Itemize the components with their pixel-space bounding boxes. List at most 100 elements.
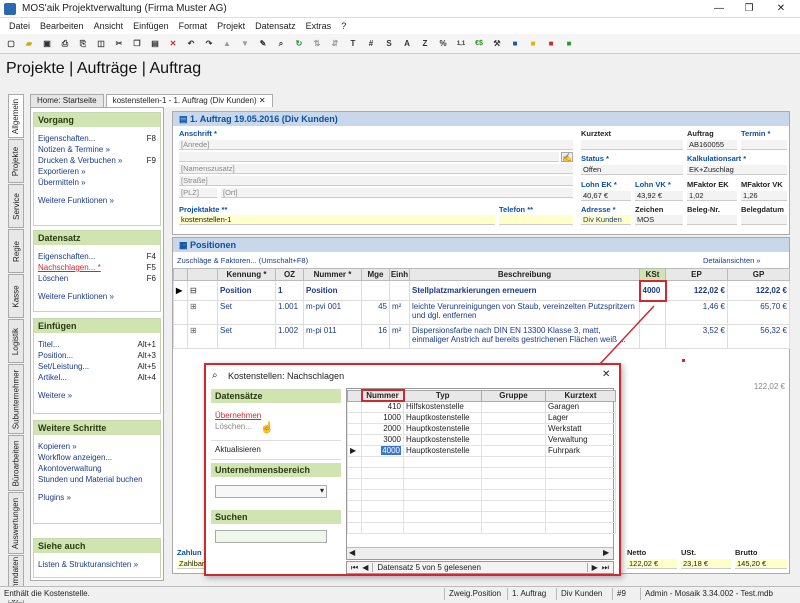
expand-icon[interactable]: ⊞ xyxy=(187,324,218,349)
scroll-left-icon[interactable]: ◀ xyxy=(349,548,355,557)
grid-row[interactable]: 410 Hilfskostenstelle Garagen xyxy=(347,400,616,413)
side-tab-bueroarbeiten[interactable]: Büroarbeiten xyxy=(8,435,24,491)
col-gruppe[interactable]: Gruppe xyxy=(481,389,546,402)
field-zeichen[interactable]: MOS xyxy=(635,215,683,225)
close-tab-icon[interactable]: ✕ xyxy=(259,96,266,105)
field-zahlung[interactable]: Zahlbar xyxy=(177,559,207,569)
side-tab-regie[interactable]: Regie xyxy=(8,229,24,273)
col-beschreibung[interactable]: Beschreibung xyxy=(409,268,640,281)
open-icon[interactable]: ▰ xyxy=(22,37,36,51)
col-gp[interactable]: GP xyxy=(727,268,790,281)
col-nummer[interactable]: Nummer xyxy=(360,389,405,402)
prev-record-icon[interactable]: ◀ xyxy=(362,563,368,572)
col-oz[interactable]: OZ xyxy=(275,268,304,281)
row-selector-icon[interactable]: ▶ xyxy=(347,444,362,457)
edit-icon[interactable]: ✎ xyxy=(256,37,270,51)
expand-icon[interactable]: ⊞ xyxy=(187,300,218,325)
move-down-icon[interactable]: ▼ xyxy=(238,37,252,51)
item-stunden[interactable]: Stunden und Material buchen xyxy=(34,474,160,485)
plugins-link[interactable]: Plugins » xyxy=(34,491,160,504)
side-tab-subunternehmer[interactable]: Subunternehmer xyxy=(8,364,24,434)
lock-blue-icon[interactable]: ■ xyxy=(508,37,522,51)
grid-row-selected[interactable]: ▶ 4000 Hauptkostenstelle Fuhrpark xyxy=(347,444,616,457)
redo-icon[interactable]: ↷ xyxy=(202,37,216,51)
col-nummer[interactable]: Nummer * xyxy=(303,268,362,281)
side-tab-allgemein[interactable]: Allgemein xyxy=(8,94,24,138)
print-icon[interactable]: ⎙ xyxy=(58,37,72,51)
more-link[interactable]: Weitere » xyxy=(34,389,160,402)
address-lookup-icon[interactable]: ✍ xyxy=(561,152,573,162)
grid-row[interactable]: 3000 Hauptkostenstelle Verwaltung xyxy=(347,433,616,446)
grid-row[interactable]: 1000 Hauptkostenstelle Lager xyxy=(347,411,616,424)
field-strasse[interactable]: [Straße] xyxy=(179,176,573,186)
format-number-button[interactable]: # xyxy=(364,37,378,51)
format-s-button[interactable]: S xyxy=(382,37,396,51)
field-lohn-vk[interactable]: 43,92 € xyxy=(635,191,683,201)
field-status[interactable]: Offen xyxy=(581,165,683,175)
dialog-close-icon[interactable]: ✕ xyxy=(602,369,610,380)
save-icon[interactable]: ▣ xyxy=(40,37,54,51)
side-tab-service[interactable]: Service xyxy=(8,184,24,228)
next-record-icon[interactable]: ▶ xyxy=(592,563,598,572)
format-text-button[interactable]: T xyxy=(346,37,360,51)
lock-red-icon[interactable]: ■ xyxy=(544,37,558,51)
preview-icon[interactable]: ⎘ xyxy=(76,37,90,51)
maximize-icon[interactable]: ❐ xyxy=(734,0,764,18)
item-kopieren[interactable]: Kopieren » xyxy=(34,441,160,452)
close-icon[interactable]: ✕ xyxy=(766,0,796,18)
menu-bearbeiten[interactable]: Bearbeiten xyxy=(40,21,84,31)
field-beleg-nr[interactable] xyxy=(687,215,737,225)
horizontal-scrollbar[interactable]: ◀ ▶ xyxy=(347,547,613,559)
table-row[interactable]: ⊞ Set 1.002 m-pi 011 16 m² Dispersionsfa… xyxy=(173,324,790,349)
col-kurztext[interactable]: Kurztext xyxy=(545,389,616,402)
menu-extras[interactable]: Extras xyxy=(306,21,332,31)
copy-icon[interactable]: ❐ xyxy=(130,37,144,51)
search-input[interactable] xyxy=(215,530,327,543)
lock-green-icon[interactable]: ■ xyxy=(562,37,576,51)
field-mfaktor-ek[interactable]: 1,02 xyxy=(687,191,737,201)
delete-icon[interactable]: ✕ xyxy=(166,37,180,51)
field-termin[interactable] xyxy=(741,140,787,150)
row-selector-icon[interactable]: ▶ xyxy=(173,280,188,301)
search-icon[interactable]: ⌕ xyxy=(274,37,288,51)
field-auftrag[interactable]: AB160055 xyxy=(687,140,737,150)
field-telefon[interactable] xyxy=(499,215,573,225)
kst-cell[interactable]: 4000 xyxy=(638,279,667,302)
menu-help[interactable]: ? xyxy=(341,21,346,31)
field-belegdatum[interactable] xyxy=(741,215,787,225)
menu-format[interactable]: Format xyxy=(179,21,208,31)
item-eigenschaften-record[interactable]: Eigenschaften... F4 xyxy=(34,251,160,262)
loeschen-link[interactable]: Löschen... xyxy=(211,422,341,433)
side-tab-logistik[interactable]: Logistik xyxy=(8,319,24,363)
field-namenszusatz[interactable]: [Namenszusatz] xyxy=(179,164,573,174)
col-mge[interactable]: Mge xyxy=(361,268,390,281)
table-row[interactable]: ▶ ⊟ Position 1 Position Stellplatzmarkie… xyxy=(173,279,790,302)
field-mfaktor-vk[interactable]: 1,26 xyxy=(741,191,787,201)
item-artikel[interactable]: Artikel... Alt+4 xyxy=(34,372,160,383)
sort-asc-icon[interactable]: ⇅ xyxy=(310,37,324,51)
item-eigenschaften[interactable]: Eigenschaften... F8 xyxy=(34,133,160,144)
field-adresse[interactable]: Div Kunden xyxy=(581,215,631,225)
menu-einfuegen[interactable]: Einfügen xyxy=(133,21,169,31)
percent-button[interactable]: % xyxy=(436,37,450,51)
currency-button[interactable]: €$ xyxy=(472,37,486,51)
last-record-icon[interactable]: ⏭ xyxy=(602,563,609,573)
menu-datensatz[interactable]: Datensatz xyxy=(255,21,296,31)
field-anrede[interactable]: [Anrede] xyxy=(179,140,573,150)
scroll-right-icon[interactable]: ▶ xyxy=(603,548,609,557)
print-preview-icon[interactable]: ◫ xyxy=(94,37,108,51)
new-icon[interactable]: ▢ xyxy=(4,37,18,51)
menu-datei[interactable]: Datei xyxy=(9,21,30,31)
cut-icon[interactable]: ✂ xyxy=(112,37,126,51)
side-tab-auswertungen[interactable]: Auswertungen xyxy=(8,492,24,554)
side-tab-projekte[interactable]: Projekte xyxy=(8,139,24,183)
field-kurztext[interactable] xyxy=(581,140,683,150)
collapse-icon[interactable]: ⊟ xyxy=(187,280,218,301)
format-z-button[interactable]: Z xyxy=(418,37,432,51)
field-ort[interactable]: [Ort] xyxy=(221,188,573,198)
first-record-icon[interactable]: ⏮ xyxy=(351,563,358,573)
decimal-button[interactable]: 1,1 xyxy=(454,37,468,51)
item-position[interactable]: Position... Alt+3 xyxy=(34,350,160,361)
side-tab-kasse[interactable]: Kasse xyxy=(8,274,24,318)
tab-home[interactable]: Home: Startseite xyxy=(30,94,104,107)
